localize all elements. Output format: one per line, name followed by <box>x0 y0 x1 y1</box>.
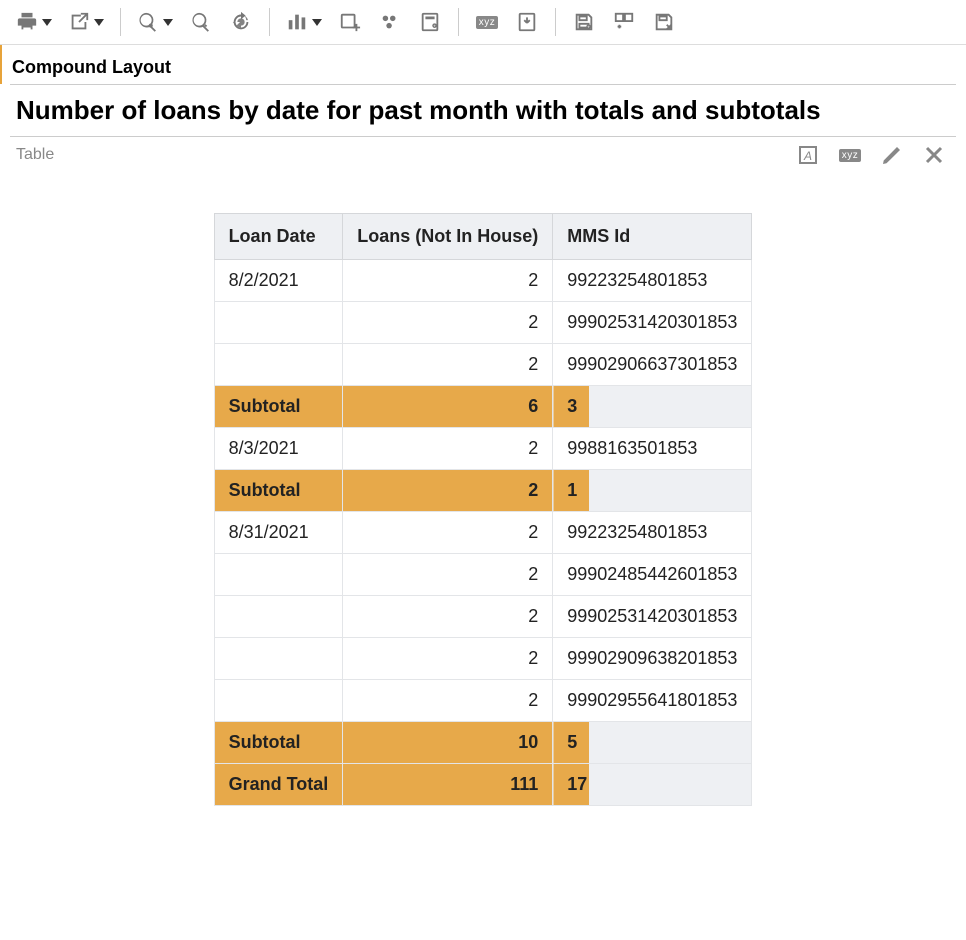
loan-date-cell: Subtotal <box>214 470 343 512</box>
mms-id-cell: 99902955641801853 <box>553 680 752 722</box>
loan-date-cell <box>214 344 343 386</box>
loan-date-cell: Grand Total <box>214 764 343 806</box>
caret-down-icon <box>312 19 322 26</box>
toolbar-separator <box>555 8 556 36</box>
table-row: 8/2/2021299223254801853 <box>214 260 752 302</box>
table-row: 299902531420301853 <box>214 302 752 344</box>
toolbar-separator <box>458 8 459 36</box>
title-block: Number of loans by date for past month w… <box>10 84 956 136</box>
loan-date-cell: Subtotal <box>214 386 343 428</box>
xyz-icon[interactable]: xyz <box>834 141 866 169</box>
view-name: Table <box>16 146 792 164</box>
find-button[interactable] <box>131 6 179 38</box>
loans-cell: 111 <box>343 764 553 806</box>
loans-cell: 2 <box>343 470 553 512</box>
loans-cell: 2 <box>343 638 553 680</box>
loan-date-cell: 8/3/2021 <box>214 428 343 470</box>
caret-down-icon <box>42 19 52 26</box>
main-toolbar: + xyz + <box>0 0 966 45</box>
loan-date-cell <box>214 680 343 722</box>
svg-text:+: + <box>433 24 436 29</box>
chart-button[interactable] <box>280 6 328 38</box>
table-row: 299902485442601853 <box>214 554 752 596</box>
mms-id-cell: 99902906637301853 <box>553 344 752 386</box>
loan-date-cell <box>214 638 343 680</box>
mms-id-cell: 99902485442601853 <box>553 554 752 596</box>
column-header[interactable]: Loans (Not In House) <box>343 214 553 260</box>
close-icon[interactable] <box>918 141 950 169</box>
subtotal-row: Subtotal21 <box>214 470 752 512</box>
table-row: 299902955641801853 <box>214 680 752 722</box>
view-icon-bar: Axyz <box>792 141 950 169</box>
loans-cell: 6 <box>343 386 553 428</box>
loans-cell: 2 <box>343 596 553 638</box>
loans-cell: 10 <box>343 722 553 764</box>
mms-id-cell: 99902531420301853 <box>553 302 752 344</box>
loans-cell: 2 <box>343 260 553 302</box>
column-header[interactable]: MMS Id <box>553 214 752 260</box>
column-header[interactable]: Loan Date <box>214 214 343 260</box>
save-button[interactable]: + <box>566 6 602 38</box>
mms-id-cell: 99223254801853 <box>553 512 752 554</box>
mms-id-cell: 3 <box>553 386 752 428</box>
xyz-button[interactable]: xyz <box>469 6 505 38</box>
loans-cell: 2 <box>343 302 553 344</box>
view-header: Table Axyz <box>10 136 956 173</box>
loan-date-cell <box>214 554 343 596</box>
mms-id-cell: 99902909638201853 <box>553 638 752 680</box>
mms-id-cell: 99902531420301853 <box>553 596 752 638</box>
related-button[interactable] <box>372 6 408 38</box>
svg-text:A: A <box>803 149 812 163</box>
mms-id-cell: 9988163501853 <box>553 428 752 470</box>
toolbar-separator <box>120 8 121 36</box>
subtotal-row: Grand Total11117 <box>214 764 752 806</box>
mms-id-cell: 17 <box>553 764 752 806</box>
report-title: Number of loans by date for past month w… <box>16 95 950 126</box>
caret-down-icon <box>94 19 104 26</box>
export-button[interactable] <box>62 6 110 38</box>
saveas-button[interactable] <box>606 6 642 38</box>
table-container: Loan DateLoans (Not In House)MMS Id 8/2/… <box>10 213 956 806</box>
loans-cell: 2 <box>343 428 553 470</box>
loan-date-cell <box>214 596 343 638</box>
loans-table: Loan DateLoans (Not In House)MMS Id 8/2/… <box>214 213 753 806</box>
caret-down-icon <box>163 19 173 26</box>
compound-layout-label: Compound Layout <box>0 45 966 84</box>
format-icon[interactable]: A <box>792 141 824 169</box>
loans-cell: 2 <box>343 512 553 554</box>
table-row: 8/3/202129988163501853 <box>214 428 752 470</box>
table-row: 299902906637301853 <box>214 344 752 386</box>
refresh-button[interactable] <box>223 6 259 38</box>
toolbar-separator <box>269 8 270 36</box>
table-row: 299902531420301853 <box>214 596 752 638</box>
loan-date-cell: Subtotal <box>214 722 343 764</box>
loan-date-cell: 8/31/2021 <box>214 512 343 554</box>
loan-date-cell <box>214 302 343 344</box>
edit-icon[interactable] <box>876 141 908 169</box>
subtotal-row: Subtotal63 <box>214 386 752 428</box>
loans-cell: 2 <box>343 344 553 386</box>
loan-date-cell: 8/2/2021 <box>214 260 343 302</box>
mms-id-cell: 1 <box>553 470 752 512</box>
table-row: 8/31/2021299223254801853 <box>214 512 752 554</box>
calc-button[interactable]: + <box>412 6 448 38</box>
print-button[interactable] <box>10 6 58 38</box>
mms-id-cell: 99223254801853 <box>553 260 752 302</box>
svg-text:+: + <box>587 24 590 29</box>
find-gear-button[interactable] <box>183 6 219 38</box>
delete-button[interactable] <box>646 6 682 38</box>
table-row: 299902909638201853 <box>214 638 752 680</box>
mms-id-cell: 5 <box>553 722 752 764</box>
import-button[interactable] <box>509 6 545 38</box>
loans-cell: 2 <box>343 554 553 596</box>
loans-cell: 2 <box>343 680 553 722</box>
subtotal-row: Subtotal105 <box>214 722 752 764</box>
add-view-button[interactable] <box>332 6 368 38</box>
